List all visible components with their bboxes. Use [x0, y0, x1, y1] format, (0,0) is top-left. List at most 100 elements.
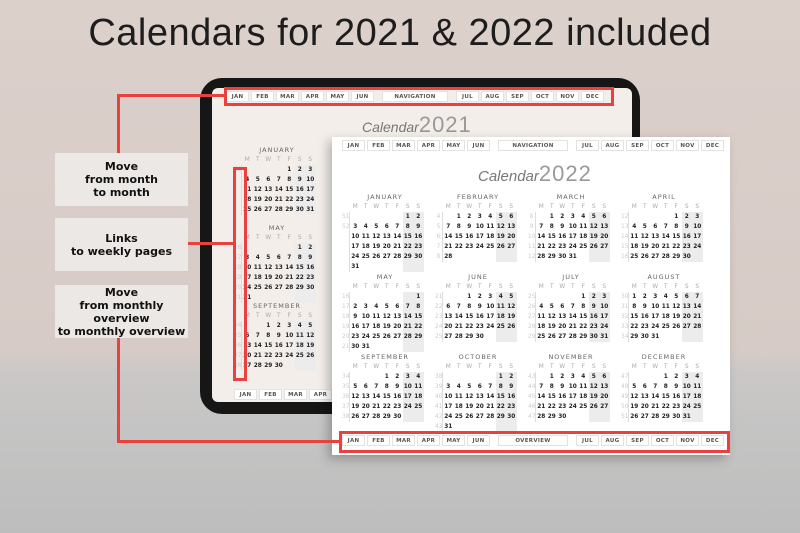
- day-cell[interactable]: 24: [402, 402, 413, 412]
- day-cell[interactable]: 24: [305, 195, 316, 205]
- day-cell[interactable]: 22: [671, 242, 682, 252]
- day-cell[interactable]: 2: [350, 302, 361, 312]
- day-cell[interactable]: 13: [557, 312, 568, 322]
- day-cell[interactable]: 15: [671, 232, 682, 242]
- day-cell[interactable]: 11: [485, 222, 496, 232]
- nav-feb[interactable]: FEB: [259, 389, 282, 400]
- day-cell[interactable]: 9: [413, 222, 424, 232]
- day-cell[interactable]: 18: [413, 392, 424, 402]
- day-cell[interactable]: 12: [382, 312, 393, 322]
- day-cell[interactable]: 29: [284, 205, 295, 215]
- day-cell[interactable]: 5: [350, 382, 361, 392]
- day-cell[interactable]: 20: [392, 322, 403, 332]
- day-cell[interactable]: 11: [495, 302, 506, 312]
- day-cell[interactable]: 11: [661, 302, 672, 312]
- day-cell[interactable]: 16: [464, 232, 475, 242]
- day-cell[interactable]: 10: [443, 392, 454, 402]
- day-cell[interactable]: 5: [382, 302, 393, 312]
- day-cell[interactable]: 23: [588, 322, 599, 332]
- day-cell[interactable]: 6: [557, 302, 568, 312]
- day-cell[interactable]: 23: [294, 195, 305, 205]
- week-number[interactable]: 19: [342, 322, 350, 332]
- day-cell[interactable]: 11: [294, 331, 305, 341]
- day-cell[interactable]: 31: [681, 412, 692, 422]
- day-cell[interactable]: 26: [671, 322, 682, 332]
- month-name[interactable]: FEBRUARY: [435, 193, 521, 202]
- day-cell[interactable]: 1: [671, 212, 682, 222]
- day-cell[interactable]: 8: [464, 302, 475, 312]
- day-cell[interactable]: 22: [454, 242, 465, 252]
- day-cell[interactable]: 21: [443, 242, 454, 252]
- day-cell[interactable]: 30: [305, 283, 316, 293]
- day-cell[interactable]: 19: [506, 312, 517, 322]
- week-number[interactable]: 44: [528, 382, 536, 392]
- day-cell[interactable]: 26: [382, 332, 393, 342]
- day-cell[interactable]: 11: [536, 312, 547, 322]
- day-cell[interactable]: 24: [568, 402, 579, 412]
- day-cell[interactable]: 13: [650, 232, 661, 242]
- day-cell[interactable]: 24: [443, 412, 454, 422]
- day-cell[interactable]: 9: [506, 382, 517, 392]
- day-cell[interactable]: 1: [413, 292, 424, 302]
- day-cell[interactable]: 7: [392, 222, 403, 232]
- day-cell[interactable]: 13: [681, 302, 692, 312]
- day-cell[interactable]: 29: [661, 412, 672, 422]
- day-cell[interactable]: 19: [588, 232, 599, 242]
- day-cell[interactable]: 30: [681, 252, 692, 262]
- day-cell[interactable]: 6: [599, 372, 610, 382]
- day-cell[interactable]: 5: [588, 212, 599, 222]
- week-number[interactable]: 25: [435, 332, 443, 342]
- day-cell[interactable]: 19: [588, 392, 599, 402]
- day-cell[interactable]: 1: [263, 321, 274, 331]
- day-cell[interactable]: 26: [495, 242, 506, 252]
- day-cell[interactable]: 8: [495, 382, 506, 392]
- day-cell[interactable]: 12: [350, 392, 361, 402]
- day-cell[interactable]: 18: [661, 312, 672, 322]
- day-cell[interactable]: 16: [475, 312, 486, 322]
- day-cell[interactable]: 9: [588, 302, 599, 312]
- day-cell[interactable]: 21: [371, 402, 382, 412]
- day-cell[interactable]: 31: [361, 342, 372, 352]
- day-cell[interactable]: 24: [485, 322, 496, 332]
- day-cell[interactable]: 16: [681, 232, 692, 242]
- day-cell[interactable]: 23: [475, 322, 486, 332]
- nav-apr[interactable]: APR: [417, 140, 440, 151]
- day-cell[interactable]: 31: [350, 262, 361, 272]
- day-cell[interactable]: 26: [253, 205, 264, 215]
- week-number[interactable]: 34: [621, 332, 629, 342]
- day-cell[interactable]: 26: [588, 242, 599, 252]
- day-cell[interactable]: 3: [402, 372, 413, 382]
- day-cell[interactable]: 31: [305, 205, 316, 215]
- day-cell[interactable]: 23: [350, 332, 361, 342]
- day-cell[interactable]: 22: [294, 273, 305, 283]
- day-cell[interactable]: 3: [599, 292, 610, 302]
- week-number[interactable]: 13: [621, 222, 629, 232]
- day-cell[interactable]: 29: [464, 332, 475, 342]
- day-cell[interactable]: 28: [454, 332, 465, 342]
- day-cell[interactable]: 20: [681, 312, 692, 322]
- day-cell[interactable]: 30: [350, 342, 361, 352]
- day-cell[interactable]: 31: [599, 332, 610, 342]
- day-cell[interactable]: 25: [454, 412, 465, 422]
- day-cell[interactable]: 1: [661, 372, 672, 382]
- day-cell[interactable]: 19: [629, 402, 640, 412]
- day-cell[interactable]: 10: [650, 302, 661, 312]
- day-cell[interactable]: 7: [284, 253, 295, 263]
- day-cell[interactable]: 8: [413, 302, 424, 312]
- day-cell[interactable]: 6: [640, 382, 651, 392]
- day-cell[interactable]: 23: [557, 402, 568, 412]
- day-cell[interactable]: 30: [506, 412, 517, 422]
- day-cell[interactable]: 7: [454, 302, 465, 312]
- day-cell[interactable]: 29: [413, 332, 424, 342]
- day-cell[interactable]: 24: [361, 332, 372, 342]
- day-cell[interactable]: 8: [382, 382, 393, 392]
- day-cell[interactable]: 27: [506, 242, 517, 252]
- week-number[interactable]: 14: [621, 232, 629, 242]
- day-cell[interactable]: 10: [284, 331, 295, 341]
- day-cell[interactable]: 13: [443, 312, 454, 322]
- day-cell[interactable]: 30: [640, 332, 651, 342]
- day-cell[interactable]: 3: [485, 292, 496, 302]
- day-cell[interactable]: 17: [692, 232, 703, 242]
- nav-sep[interactable]: SEP: [626, 140, 649, 151]
- day-cell[interactable]: 20: [274, 273, 285, 283]
